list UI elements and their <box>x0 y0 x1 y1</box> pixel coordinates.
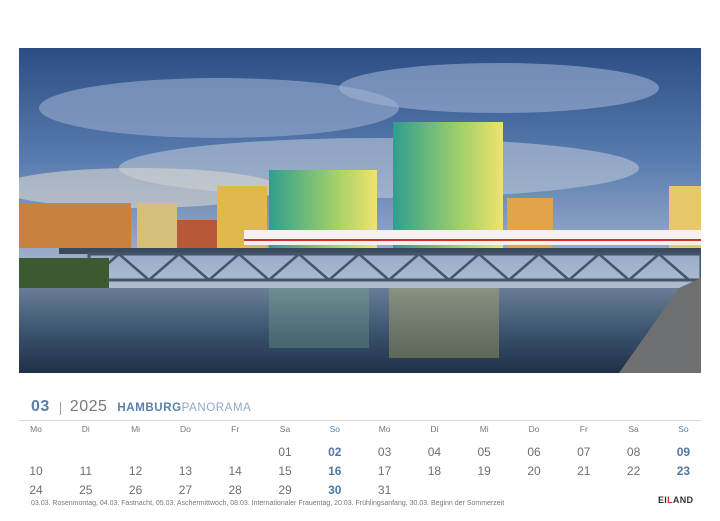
day-cell: 01 <box>278 445 292 459</box>
day-cell: 08 <box>626 445 641 459</box>
day-cell: 03 <box>377 445 392 459</box>
week-row: 01 02 03 04 05 06 07 08 09 <box>11 443 708 462</box>
day-cell: 14 <box>228 464 242 478</box>
day-cell: 19 <box>477 464 491 478</box>
day-cell: 29 <box>278 483 292 497</box>
day-cell: 25 <box>79 483 93 497</box>
day-cell: 04 <box>427 445 442 459</box>
weekday-label: Fr <box>231 424 240 434</box>
brand-logo: EILAND <box>658 495 693 505</box>
title-light: PANORAMA <box>181 402 252 414</box>
weekday-label: Di <box>430 424 439 434</box>
weekday-label: So <box>678 424 689 434</box>
weekday-label: Sa <box>279 424 291 434</box>
day-cell: 24 <box>29 483 43 497</box>
weekday-label: Sa <box>628 424 639 434</box>
day-cell: 15 <box>278 464 292 478</box>
weekday-label: Do <box>528 424 540 434</box>
day-cell: 16 <box>328 464 342 478</box>
day-cell: 06 <box>527 445 541 459</box>
day-cell: 28 <box>228 483 242 497</box>
day-cell: 31 <box>377 483 392 497</box>
weekday-header-row: Mo Di Mi Do Fr Sa So Mo Di Mi Do Fr Sa So <box>11 424 708 443</box>
day-cell: 20 <box>527 464 541 478</box>
day-cell: 07 <box>577 445 591 459</box>
weekday-label: Mo <box>378 424 391 434</box>
day-cell: 22 <box>626 464 641 478</box>
logo-part-c: AND <box>672 495 694 505</box>
weekday-label: Di <box>81 424 90 434</box>
weekday-label: Mi <box>131 424 141 434</box>
weekday-label: Mo <box>30 424 42 434</box>
day-cell: 17 <box>377 464 392 478</box>
weekday-label: Fr <box>579 424 588 434</box>
calendar-photo <box>19 48 701 373</box>
calendar-grid: Mo Di Mi Do Fr Sa So Mo Di Mi Do Fr Sa So 01 02 03 04 05 0… <box>11 424 708 500</box>
header-rule <box>19 420 701 421</box>
day-cell: 30 <box>328 483 342 497</box>
day-cell: 18 <box>427 464 442 478</box>
weekday-label: So <box>329 424 340 434</box>
day-cell: 09 <box>676 445 691 459</box>
day-cell: 26 <box>128 483 143 497</box>
calendar-title: HAMBURGPANORAMA <box>117 402 251 414</box>
day-cell: 21 <box>577 464 591 478</box>
weekday-label: Do <box>179 424 191 434</box>
day-cell: 12 <box>128 464 143 478</box>
year-number: 2025 <box>69 398 108 415</box>
holiday-notes: 03.03. Rosenmontag, 04.03. Fastnacht, 05… <box>31 500 505 507</box>
day-cell: 27 <box>178 483 193 497</box>
week-row: 24 25 26 27 28 29 30 31 <box>11 481 708 500</box>
week-row: 10 11 12 13 14 15 16 17 18 19 20 21 22 23 <box>11 462 708 481</box>
weekday-label: Mi <box>479 424 489 434</box>
logo-part-a: EI <box>658 495 668 505</box>
day-cell: 13 <box>178 464 193 478</box>
day-cell: 10 <box>29 464 43 478</box>
month-number: 03 <box>31 398 50 415</box>
header-divider <box>59 401 61 415</box>
day-cell: 23 <box>676 464 691 478</box>
calendar-header: 03 2025 HAMBURGPANORAMA <box>31 398 251 418</box>
day-cell: 02 <box>328 445 342 459</box>
day-cell: 05 <box>477 445 491 459</box>
day-cell: 11 <box>79 464 93 478</box>
title-bold: HAMBURG <box>117 402 182 414</box>
